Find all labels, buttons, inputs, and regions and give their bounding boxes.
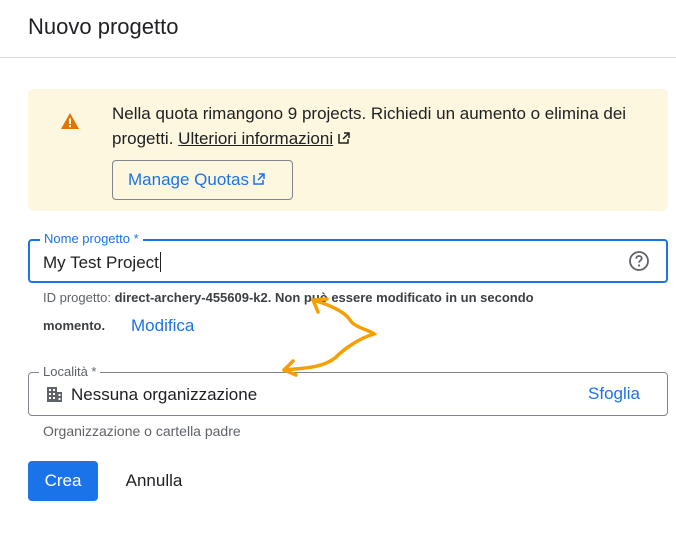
project-id-info: ID progetto: direct-archery-455609-k2. N… — [43, 290, 534, 305]
edit-project-id-link[interactable]: Modifica — [131, 316, 194, 336]
project-id-note: Non può essere modificato in un secondo — [275, 290, 534, 305]
manage-quotas-button[interactable]: Manage Quotas — [112, 160, 293, 200]
project-id-value: direct-archery-455609-k2. — [114, 290, 272, 305]
external-link-icon — [338, 132, 350, 144]
cancel-button[interactable]: Annulla — [110, 461, 198, 501]
location-label: Località * — [39, 364, 101, 380]
external-link-icon — [253, 173, 265, 185]
location-value: Nessuna organizzazione — [71, 385, 258, 404]
project-id-note-end: momento. — [43, 318, 106, 333]
location-helper-text: Organizzazione o cartella padre — [43, 423, 241, 439]
create-button[interactable]: Crea — [28, 461, 98, 501]
learn-more-link[interactable]: Ulteriori informazioni — [178, 129, 333, 148]
location-field[interactable]: Località * Nessuna organizzazione Sfogli… — [28, 364, 668, 416]
project-name-label: Nome progetto * — [40, 231, 143, 247]
quota-warning-banner: Nella quota rimangono 9 projects. Richie… — [28, 89, 668, 211]
quota-warning-text: Nella quota rimangono 9 projects. Richie… — [112, 101, 657, 151]
browse-location-button[interactable]: Sfoglia — [588, 384, 640, 404]
dialog-header: Nuovo progetto — [0, 0, 676, 58]
warning-icon — [61, 113, 79, 129]
help-circle-icon[interactable] — [628, 250, 650, 272]
project-name-input[interactable]: My Test Project — [43, 252, 161, 273]
project-id-prefix: ID progetto: — [43, 290, 111, 305]
building-icon — [47, 387, 62, 402]
project-name-field[interactable]: Nome progetto * My Test Project — [28, 231, 668, 283]
page-title: Nuovo progetto — [28, 14, 179, 39]
